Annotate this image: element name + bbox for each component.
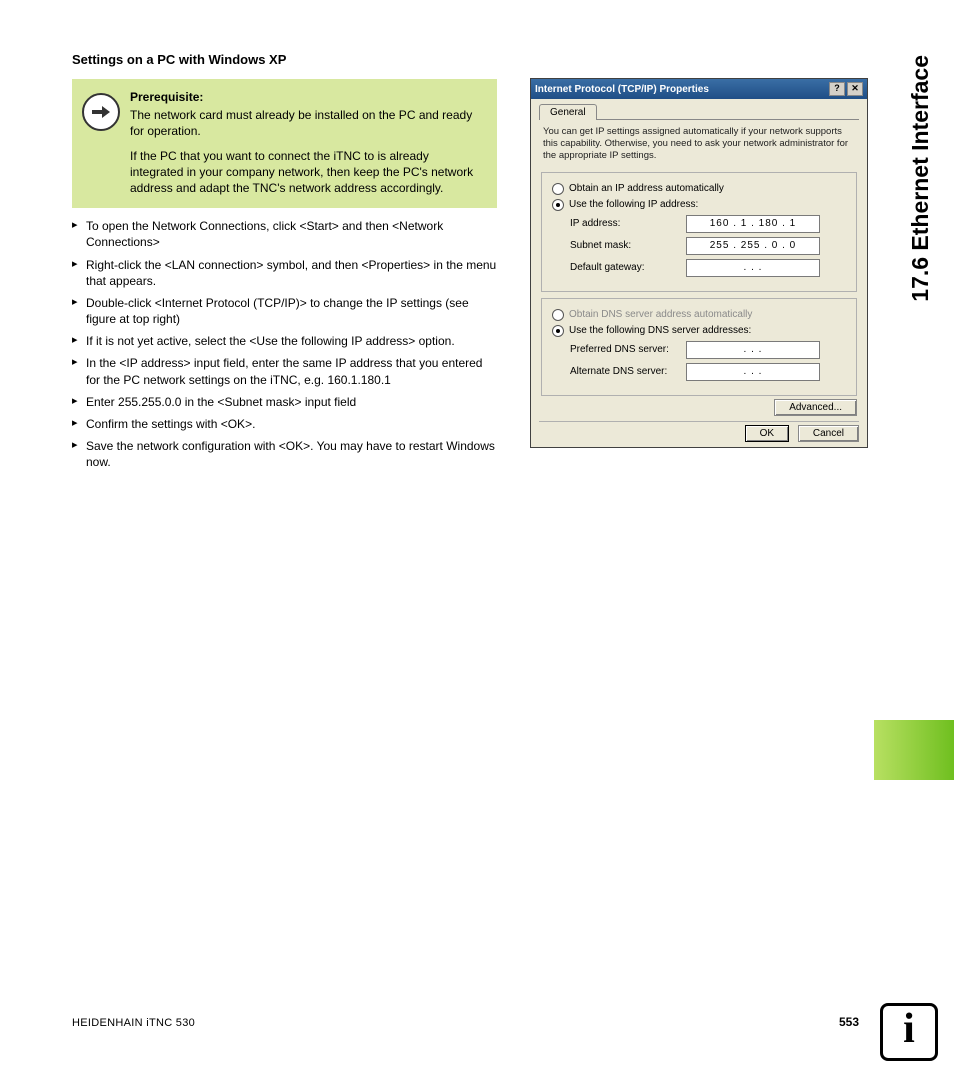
list-item: Save the network configuration with <OK>… xyxy=(72,438,497,470)
advanced-row: Advanced... xyxy=(539,402,857,413)
cancel-button[interactable]: Cancel xyxy=(798,425,859,442)
preferred-dns-row: Preferred DNS server: . . . xyxy=(570,341,846,359)
page-heading: Settings on a PC with Windows XP xyxy=(72,52,497,67)
radio-label: Use the following DNS server addresses: xyxy=(569,325,751,336)
titlebar-buttons: ? ✕ xyxy=(829,82,863,96)
subnet-mask-row: Subnet mask: 255 . 255 . 0 . 0 xyxy=(570,237,846,255)
list-item: Enter 255.255.0.0 in the <Subnet mask> i… xyxy=(72,394,497,410)
tab-general[interactable]: General xyxy=(539,104,597,120)
subnet-mask-input[interactable]: 255 . 255 . 0 . 0 xyxy=(686,237,820,255)
field-label: Preferred DNS server: xyxy=(570,344,680,355)
dialog-titlebar: Internet Protocol (TCP/IP) Properties ? … xyxy=(531,79,867,99)
radio-label: Obtain an IP address automatically xyxy=(569,183,724,194)
note-paragraph: If the PC that you want to connect the i… xyxy=(130,148,485,197)
list-item: To open the Network Connections, click <… xyxy=(72,218,497,250)
list-item: In the <IP address> input field, enter t… xyxy=(72,355,497,387)
content-column: Settings on a PC with Windows XP Prerequ… xyxy=(72,52,497,477)
list-item: Confirm the settings with <OK>. xyxy=(72,416,497,432)
field-label: Default gateway: xyxy=(570,262,680,273)
tab-strip: General xyxy=(539,103,859,120)
section-side-title: 17.6 Ethernet Interface xyxy=(907,55,934,302)
ok-button[interactable]: OK xyxy=(745,425,789,442)
preferred-dns-input[interactable]: . . . xyxy=(686,341,820,359)
default-gateway-input[interactable]: . . . xyxy=(686,259,820,277)
radio-icon xyxy=(552,199,564,211)
radio-icon xyxy=(552,309,564,321)
radio-use-following-ip[interactable]: Use the following IP address: xyxy=(552,199,846,211)
note-title: Prerequisite: xyxy=(130,89,485,105)
ip-address-input[interactable]: 160 . 1 . 180 . 1 xyxy=(686,215,820,233)
arrow-right-icon xyxy=(82,93,120,131)
radio-obtain-dns-auto: Obtain DNS server address automatically xyxy=(552,309,846,321)
default-gateway-row: Default gateway: . . . xyxy=(570,259,846,277)
ip-address-row: IP address: 160 . 1 . 180 . 1 xyxy=(570,215,846,233)
field-label: Alternate DNS server: xyxy=(570,366,680,377)
alternate-dns-input[interactable]: . . . xyxy=(686,363,820,381)
side-color-tab xyxy=(874,720,954,780)
page-number: 553 xyxy=(839,1015,859,1029)
dialog-title: Internet Protocol (TCP/IP) Properties xyxy=(535,84,709,95)
document-page: 17.6 Ethernet Interface Settings on a PC… xyxy=(0,0,954,1091)
radio-label: Use the following IP address: xyxy=(569,199,698,210)
steps-list: To open the Network Connections, click <… xyxy=(72,218,497,470)
radio-obtain-ip-auto[interactable]: Obtain an IP address automatically xyxy=(552,183,846,195)
dialog-footer: OK Cancel xyxy=(539,421,859,439)
field-label: IP address: xyxy=(570,218,680,229)
info-icon: i xyxy=(880,1003,938,1061)
radio-use-following-dns[interactable]: Use the following DNS server addresses: xyxy=(552,325,846,337)
list-item: Right-click the <LAN connection> symbol,… xyxy=(72,257,497,289)
close-icon[interactable]: ✕ xyxy=(847,82,863,96)
radio-icon xyxy=(552,325,564,337)
note-paragraph: The network card must already be install… xyxy=(130,107,485,139)
field-label: Subnet mask: xyxy=(570,240,680,251)
prerequisite-note: Prerequisite: The network card must alre… xyxy=(72,79,497,208)
list-item: If it is not yet active, select the <Use… xyxy=(72,333,497,349)
radio-label: Obtain DNS server address automatically xyxy=(569,309,752,320)
dialog-intro-text: You can get IP settings assigned automat… xyxy=(543,126,855,162)
ip-group: Obtain an IP address automatically Use t… xyxy=(541,172,857,292)
radio-icon xyxy=(552,183,564,195)
list-item: Double-click <Internet Protocol (TCP/IP)… xyxy=(72,295,497,327)
footer-product: HEIDENHAIN iTNC 530 xyxy=(72,1017,195,1029)
advanced-button[interactable]: Advanced... xyxy=(774,399,857,416)
dialog-body: General You can get IP settings assigned… xyxy=(531,99,867,447)
dns-group: Obtain DNS server address automatically … xyxy=(541,298,857,396)
alternate-dns-row: Alternate DNS server: . . . xyxy=(570,363,846,381)
help-icon[interactable]: ? xyxy=(829,82,845,96)
tcpip-properties-dialog: Internet Protocol (TCP/IP) Properties ? … xyxy=(530,78,868,448)
